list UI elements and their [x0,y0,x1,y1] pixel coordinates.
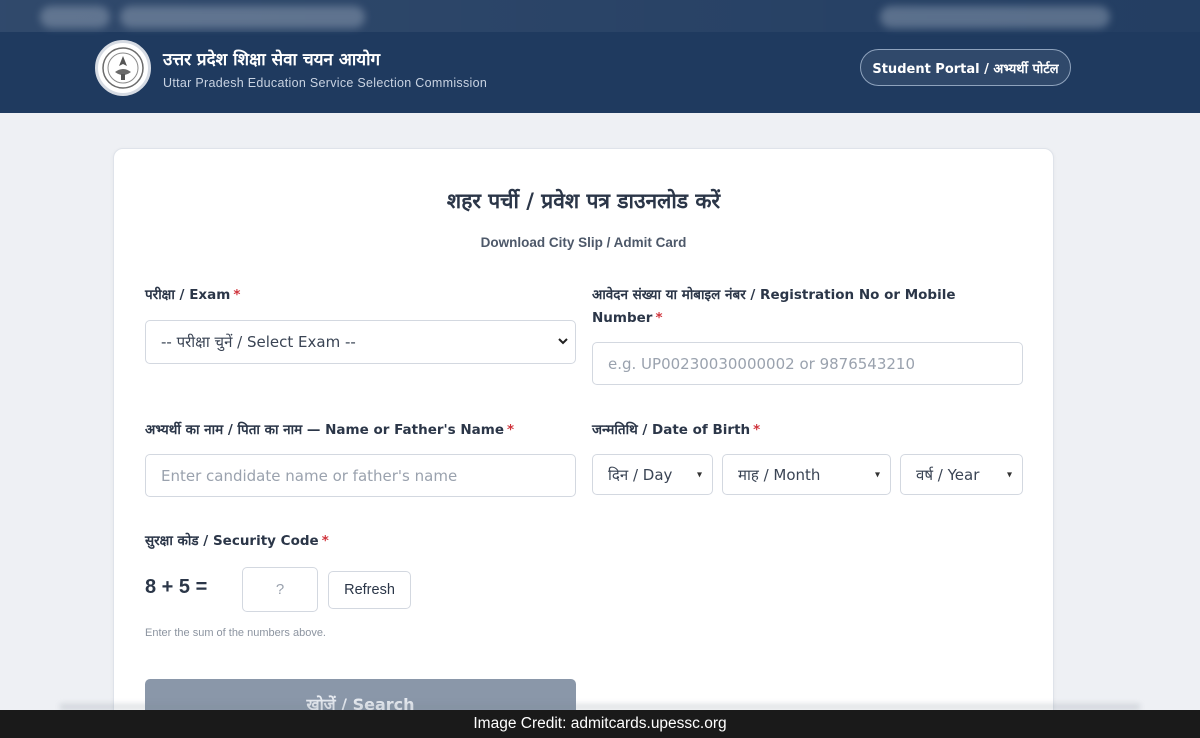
registration-label: आवेदन संख्या या मोबाइल नंबर / Registrati… [592,287,956,326]
site-header: उत्तर प्रदेश शिक्षा सेवा चयन आयोग Uttar … [0,0,1200,113]
dob-day-select[interactable]: दिन / Day ▾ [592,454,713,495]
registration-placeholder: e.g. UP00230030000002 or 9876543210 [608,354,916,373]
admit-card-form: शहर पर्ची / प्रवेश पत्र डाउनलोड करें Dow… [113,148,1054,728]
dob-day-value: दिन / Day [608,465,673,484]
org-name-hindi: उत्तर प्रदेश शिक्षा सेवा चयन आयोग [163,49,381,70]
org-name-english: Uttar Pradesh Education Service Selectio… [163,75,488,90]
exam-select-value: -- परीक्षा चुनें / Select Exam -- [161,333,356,351]
dob-month-select[interactable]: माह / Month ▾ [722,454,891,495]
dob-label: जन्मतिथि / Date of Birth * [592,422,761,438]
dob-year-value: वर्ष / Year [916,465,980,484]
caret-down-icon: ▾ [1006,469,1012,480]
blurred-element [40,6,110,28]
name-label: अभ्यर्थी का नाम / पिता का नाम — Name or … [145,422,515,438]
captcha-placeholder: ? [275,581,285,598]
form-title: शहर पर्ची / प्रवेश पत्र डाउनलोड करें [446,189,721,213]
security-code-label: सुरक्षा कोड / Security Code * [145,533,329,549]
blurred-element [880,6,1110,28]
chevron-down-icon [557,333,569,351]
exam-select[interactable]: -- परीक्षा चुनें / Select Exam -- [145,320,576,364]
student-portal-button[interactable]: Student Portal / अभ्यर्थी पोर्टल [860,49,1071,86]
image-credit: Image Credit: admitcards.upessc.org [0,710,1200,738]
captcha-hint: Enter the sum of the numbers above. [145,627,326,639]
form-subtitle: Download City Slip / Admit Card [480,235,687,250]
refresh-captcha-button[interactable]: Refresh [328,571,411,609]
captcha-question: 8 + 5 = [145,576,208,598]
caret-down-icon: ▾ [696,469,702,480]
dob-year-select[interactable]: वर्ष / Year ▾ [900,454,1023,495]
state-emblem-icon [95,40,151,96]
exam-label: परीक्षा / Exam * [145,287,241,303]
captcha-input[interactable]: ? [242,567,318,612]
name-placeholder: Enter candidate name or father's name [161,466,458,485]
dob-month-value: माह / Month [738,465,821,484]
name-input[interactable]: Enter candidate name or father's name [145,454,576,497]
caret-down-icon: ▾ [874,469,880,480]
brand[interactable]: उत्तर प्रदेश शिक्षा सेवा चयन आयोग Uttar … [95,40,487,96]
blurred-element [120,6,365,28]
registration-input[interactable]: e.g. UP00230030000002 or 9876543210 [592,342,1023,385]
